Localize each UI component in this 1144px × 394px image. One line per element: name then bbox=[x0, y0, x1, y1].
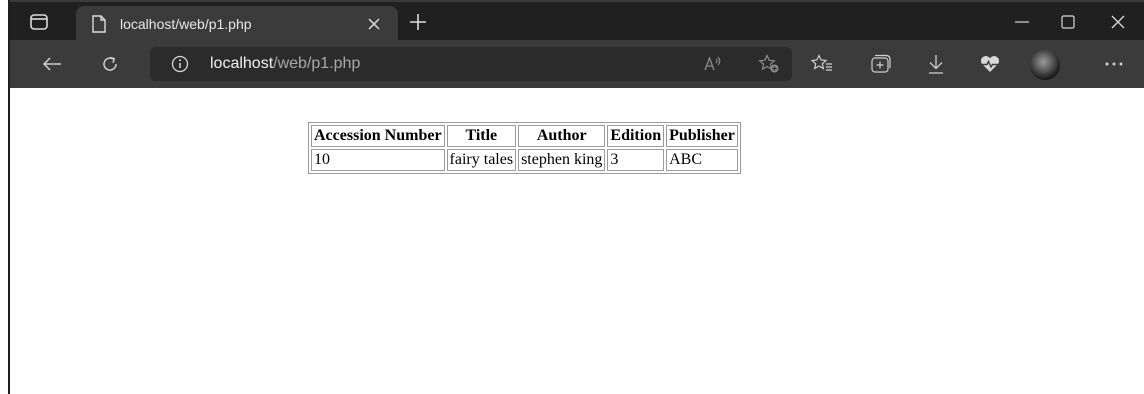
new-tab-button[interactable] bbox=[406, 10, 430, 34]
more-icon bbox=[1105, 62, 1123, 66]
close-window-button[interactable] bbox=[1096, 8, 1140, 36]
cell-accession-number: 10 bbox=[311, 149, 445, 171]
page-content: Accession Number Title Author Edition Pu… bbox=[10, 88, 1144, 394]
table-row: 10 fairy tales stephen king 3 ABC bbox=[311, 149, 738, 171]
close-icon[interactable] bbox=[364, 14, 384, 34]
download-icon bbox=[929, 55, 943, 74]
browser-essentials-icon bbox=[980, 56, 1000, 72]
tab-title: localhost/web/p1.php bbox=[120, 16, 252, 32]
header-edition: Edition bbox=[607, 125, 665, 147]
tab-strip: localhost/web/p1.php bbox=[10, 0, 1144, 42]
profile-avatar[interactable] bbox=[1030, 50, 1060, 80]
collections-button[interactable] bbox=[866, 50, 894, 78]
header-author: Author bbox=[518, 125, 606, 147]
close-icon bbox=[1111, 15, 1125, 29]
info-icon[interactable] bbox=[170, 54, 190, 74]
header-accession-number: Accession Number bbox=[311, 125, 445, 147]
refresh-icon bbox=[103, 56, 117, 71]
cell-edition: 3 bbox=[607, 149, 665, 171]
page-icon bbox=[92, 14, 108, 34]
table-header-row: Accession Number Title Author Edition Pu… bbox=[311, 125, 738, 147]
header-title: Title bbox=[446, 125, 517, 147]
cell-title: fairy tales bbox=[446, 149, 517, 171]
address-bar[interactable]: localhost/web/p1.php bbox=[150, 47, 792, 81]
downloads-button[interactable] bbox=[922, 50, 950, 78]
collections-icon bbox=[871, 54, 891, 73]
favorites-icon bbox=[811, 54, 832, 71]
minimize-button[interactable] bbox=[1000, 8, 1044, 36]
url-path: /web/p1.php bbox=[273, 55, 361, 72]
add-favorite-icon[interactable] bbox=[758, 54, 780, 74]
plus-icon bbox=[410, 14, 426, 30]
refresh-button[interactable] bbox=[96, 50, 124, 78]
back-arrow-icon bbox=[42, 57, 61, 71]
browser-essentials-button[interactable] bbox=[976, 50, 1004, 78]
header-publisher: Publisher bbox=[666, 125, 738, 147]
back-button[interactable] bbox=[38, 50, 66, 78]
url-text[interactable]: localhost/web/p1.php bbox=[210, 55, 360, 73]
cell-publisher: ABC bbox=[666, 149, 738, 171]
favorites-button[interactable] bbox=[808, 50, 836, 78]
toolbar: localhost/web/p1.php bbox=[10, 40, 1144, 89]
active-tab[interactable]: localhost/web/p1.php bbox=[76, 6, 398, 42]
books-table: Accession Number Title Author Edition Pu… bbox=[308, 122, 741, 174]
read-aloud-icon[interactable] bbox=[702, 54, 724, 74]
tab-actions-icon[interactable] bbox=[28, 12, 50, 32]
more-button[interactable] bbox=[1100, 50, 1128, 78]
cell-author: stephen king bbox=[518, 149, 606, 171]
minimize-icon bbox=[1015, 21, 1029, 23]
maximize-icon bbox=[1061, 15, 1075, 29]
maximize-button[interactable] bbox=[1046, 8, 1090, 36]
browser-window: localhost/web/p1.php localhost/web/p1.ph… bbox=[8, 0, 1144, 394]
url-host: localhost bbox=[210, 55, 274, 72]
